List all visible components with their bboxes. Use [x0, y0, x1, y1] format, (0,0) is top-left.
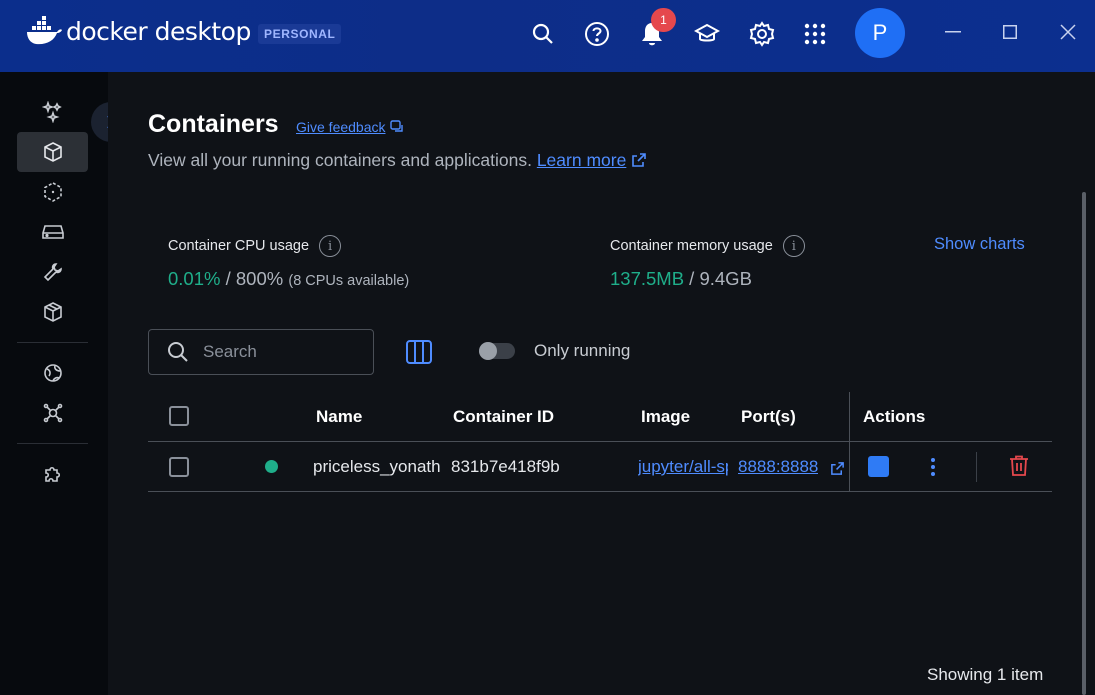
scrollbar[interactable]	[1082, 192, 1086, 695]
actions-divider	[976, 452, 977, 482]
learning-center-icon[interactable]	[692, 19, 722, 49]
puzzle-piece-icon	[44, 466, 60, 482]
only-running-label: Only running	[534, 341, 631, 360]
scout-icon	[43, 403, 62, 423]
wrench-icon	[43, 263, 62, 282]
memory-usage-label: Container memory usage i	[610, 235, 805, 257]
sidebar-item-ai[interactable]	[17, 92, 88, 132]
trash-icon	[1010, 455, 1028, 476]
give-feedback-link[interactable]: Give feedback	[296, 119, 404, 135]
sidebar-item-scout[interactable]	[17, 393, 88, 433]
column-header-name[interactable]: Name	[316, 407, 362, 427]
cpu-usage-label: Container CPU usage i	[168, 235, 342, 257]
info-icon[interactable]: i	[319, 235, 342, 257]
sidebar-item-images[interactable]	[17, 172, 88, 212]
sidebar-item-extensions-marketplace[interactable]	[17, 292, 88, 332]
images-hex-icon	[43, 182, 62, 202]
minimize-icon[interactable]	[938, 20, 968, 44]
stop-container-button[interactable]	[868, 456, 889, 477]
search-placeholder: Search	[203, 342, 257, 361]
memory-total: / 9.4GB	[684, 268, 752, 289]
table-row-divider	[148, 491, 1052, 492]
show-charts-button[interactable]: Show charts	[934, 235, 1025, 254]
search-field[interactable]: Search	[148, 329, 374, 375]
select-all-checkbox[interactable]	[169, 406, 189, 426]
learn-more-link[interactable]: Learn more	[537, 150, 627, 170]
actions-column-divider	[849, 392, 850, 492]
sparkles-icon	[41, 101, 62, 123]
search-icon	[168, 342, 188, 362]
page-title: Containers	[148, 110, 279, 138]
columns-icon	[406, 340, 432, 364]
container-cube-icon	[43, 142, 62, 162]
external-link-icon[interactable]	[830, 461, 845, 476]
container-image-link[interactable]: jupyter/all-spark-notebook	[638, 457, 728, 477]
docker-logo: docker desktop	[26, 16, 251, 46]
column-header-actions: Actions	[863, 407, 926, 426]
container-name[interactable]: priceless_yonath	[313, 457, 441, 477]
subtitle-text: View all your running containers and app…	[148, 150, 532, 170]
external-link-icon	[632, 153, 647, 167]
memory-usage-value: 137.5MB / 9.4GB	[610, 268, 752, 290]
running-status-dot	[265, 460, 278, 473]
sidebar-item-builds[interactable]	[17, 252, 88, 292]
sidebar-item-volumes[interactable]	[17, 212, 88, 252]
only-running-toggle[interactable]	[479, 342, 515, 360]
sidebar-item-containers[interactable]	[17, 132, 88, 172]
feedback-icon	[389, 120, 403, 132]
search-icon[interactable]	[528, 19, 558, 49]
sidebar-item-extensions[interactable]	[17, 454, 88, 494]
delete-container-button[interactable]	[1007, 454, 1031, 478]
cpu-used: 0.01%	[168, 268, 221, 289]
column-header-ports[interactable]: Port(s)	[741, 407, 796, 427]
sidebar-item-docker-hub[interactable]	[17, 353, 88, 393]
kebab-menu-icon	[931, 458, 935, 476]
more-actions-button[interactable]	[923, 456, 943, 478]
item-count: Showing 1 item	[927, 665, 1044, 684]
maximize-icon[interactable]	[995, 20, 1025, 44]
user-avatar[interactable]: P	[855, 8, 905, 58]
column-header-image[interactable]: Image	[641, 407, 690, 427]
cpu-usage-value: 0.01% / 800% (8 CPUs available)	[168, 268, 409, 290]
package-icon	[43, 302, 62, 322]
columns-toggle-button[interactable]	[404, 338, 434, 366]
toggle-knob	[479, 342, 497, 360]
container-id: 831b7e418f9b	[451, 457, 560, 476]
page-subtitle: View all your running containers and app…	[148, 150, 647, 171]
cpu-note: (8 CPUs available)	[288, 273, 410, 289]
row-checkbox[interactable]	[169, 457, 189, 477]
docker-whale-icon	[27, 16, 62, 45]
give-feedback-label: Give feedback	[296, 119, 386, 135]
cpu-total: / 800%	[220, 268, 284, 289]
info-icon[interactable]: i	[782, 235, 805, 257]
memory-used: 137.5MB	[610, 268, 685, 289]
globe-icon	[43, 364, 62, 382]
volume-drive-icon	[41, 225, 64, 239]
plan-badge: PERSONAL	[258, 24, 342, 44]
close-icon[interactable]	[1053, 20, 1083, 44]
apps-grid-icon[interactable]	[800, 19, 830, 49]
column-header-container-id[interactable]: Container ID	[453, 407, 554, 427]
settings-gear-icon[interactable]	[747, 19, 777, 49]
table-header-divider	[148, 441, 1052, 442]
container-port-link[interactable]: 8888:8888	[738, 457, 818, 477]
title-bar: docker desktop PERSONAL 1 P	[0, 0, 1095, 72]
help-icon[interactable]	[582, 19, 612, 49]
brand-wordmark: docker desktop	[66, 16, 251, 46]
sidebar	[0, 72, 108, 695]
notification-count-badge: 1	[651, 8, 676, 32]
